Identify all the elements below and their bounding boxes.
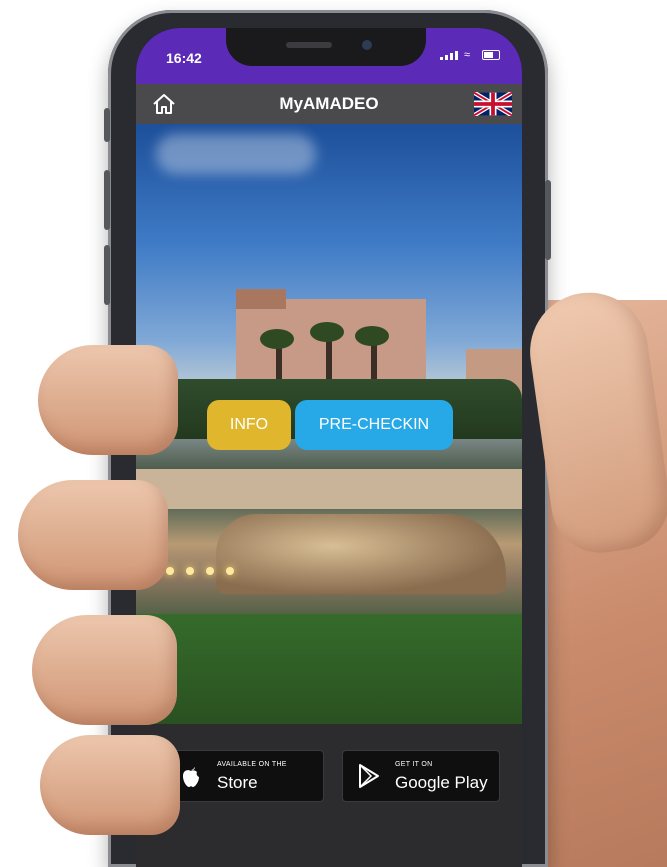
phone-screen: 16:42 ≈ MyAMADEO INFO PRE-CHECKIN AVAILA… xyxy=(136,28,522,867)
hand-finger xyxy=(32,615,177,725)
app-title: MyAMADEO xyxy=(279,94,379,113)
fountain-lights xyxy=(166,567,234,575)
speaker-grille xyxy=(286,42,332,48)
hand-finger xyxy=(18,480,168,590)
uk-flag-icon xyxy=(472,90,514,118)
plaza xyxy=(136,469,522,509)
hand-finger xyxy=(40,735,180,835)
product-photo: 16:42 ≈ MyAMADEO INFO PRE-CHECKIN AVAILA… xyxy=(0,0,667,867)
app-store-small-text: AVAILABLE ON THE xyxy=(217,761,287,768)
apple-icon xyxy=(183,767,199,787)
power-button xyxy=(545,180,551,260)
cloud xyxy=(156,134,316,174)
palm-crown xyxy=(260,329,294,349)
wifi-icon: ≈ xyxy=(464,49,471,61)
app-header: MyAMADEO xyxy=(136,84,522,124)
signal-icon xyxy=(440,50,458,60)
app-store-big-text: Store xyxy=(217,773,258,792)
google-play-big-text: Google Play xyxy=(395,773,488,792)
mute-switch xyxy=(104,108,110,142)
store-bar: AVAILABLE ON THE Store GET IT ON Google … xyxy=(136,724,522,867)
palm-crown xyxy=(355,326,389,346)
play-store-icon xyxy=(359,764,379,788)
google-play-button[interactable]: GET IT ON Google Play xyxy=(342,750,500,802)
hand-finger xyxy=(38,345,178,455)
status-time: 16:42 xyxy=(166,50,202,66)
palm-crown xyxy=(310,322,344,342)
google-play-small-text: GET IT ON xyxy=(395,761,433,768)
language-button[interactable] xyxy=(472,90,514,118)
front-camera xyxy=(362,40,372,50)
volume-down-button xyxy=(104,245,110,305)
waterfall-rocks xyxy=(216,514,506,594)
app-store-button[interactable]: AVAILABLE ON THE Store xyxy=(164,750,324,802)
lawn xyxy=(136,614,522,724)
info-button[interactable]: INFO xyxy=(207,400,291,450)
volume-up-button xyxy=(104,170,110,230)
status-icons: ≈ xyxy=(440,49,500,61)
battery-icon xyxy=(482,50,500,60)
hotel-roof xyxy=(236,289,286,309)
precheckin-button[interactable]: PRE-CHECKIN xyxy=(295,400,453,450)
